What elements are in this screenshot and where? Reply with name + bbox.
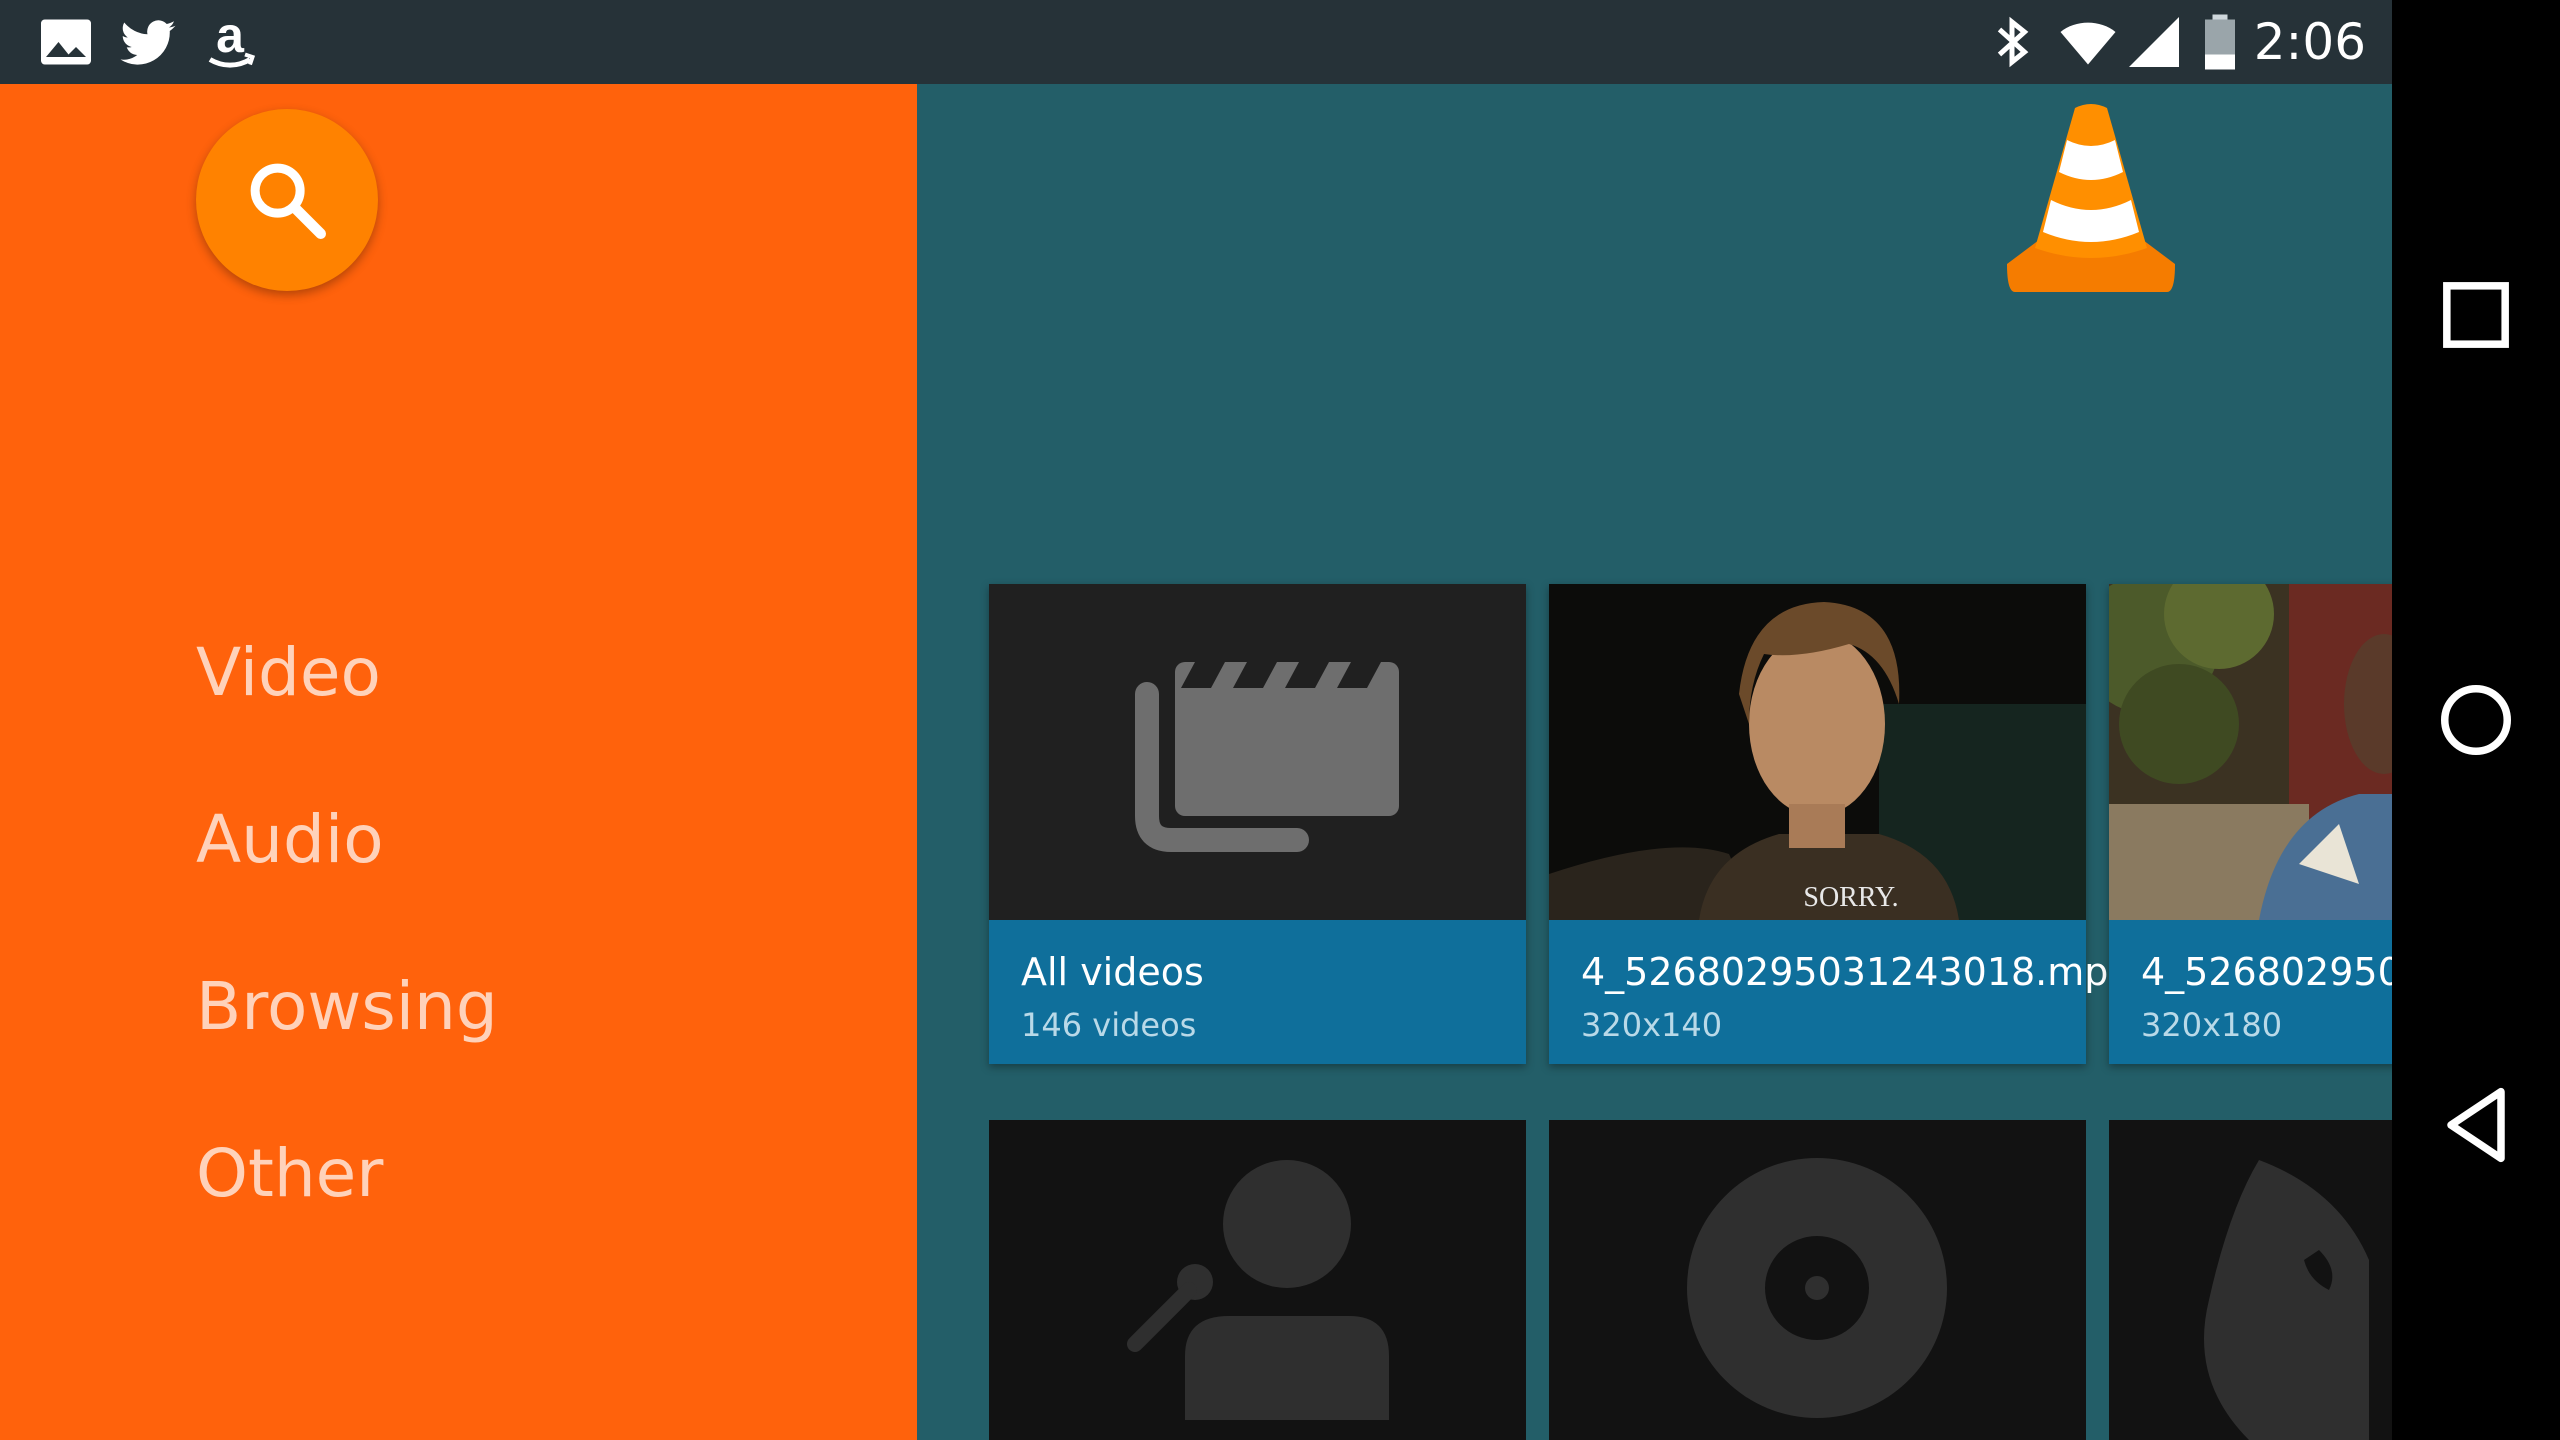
- drawer-item-other[interactable]: Other: [196, 1134, 383, 1214]
- search-icon: [250, 163, 326, 239]
- video-card-all-videos[interactable]: All videos 146 videos: [989, 584, 1526, 1064]
- svg-text:a: a: [216, 12, 245, 63]
- back-button[interactable]: [2426, 1075, 2526, 1175]
- status-bar: a 2:06: [0, 0, 2392, 84]
- audio-card-genres[interactable]: [2109, 1120, 2392, 1440]
- drawer-item-audio[interactable]: Audio: [196, 800, 384, 880]
- cell-signal-icon: [2124, 12, 2184, 72]
- video-card[interactable]: 4_526802950312 320x180: [2109, 584, 2392, 1064]
- audio-card-artists[interactable]: [989, 1120, 1526, 1440]
- battery-icon: [2200, 12, 2240, 72]
- video-card[interactable]: SORRY. 4_52680295031243018.mp4 320x140: [1549, 584, 2133, 1064]
- wifi-icon: [2058, 12, 2118, 72]
- video-folder-thumb: [989, 584, 1526, 920]
- audio-card-albums[interactable]: [1549, 1120, 2086, 1440]
- card-subtitle: 320x140: [1581, 1006, 1723, 1044]
- video-thumbnail: SORRY.: [1549, 584, 2086, 920]
- video-frame-image: SORRY.: [1549, 584, 2086, 920]
- bluetooth-icon: [1990, 12, 2034, 72]
- card-title: All videos: [1021, 950, 1204, 994]
- card-subtitle: 146 videos: [1021, 1006, 1197, 1044]
- recents-button[interactable]: [2426, 265, 2526, 365]
- home-button[interactable]: [2426, 670, 2526, 770]
- vlc-cone-logo: [2007, 104, 2175, 292]
- image-notification-icon: [36, 12, 96, 72]
- video-thumbnail: [2109, 584, 2392, 920]
- circle-icon: [2441, 685, 2511, 755]
- system-nav-bar: [2392, 0, 2560, 1440]
- back-triangle-icon: [2447, 1087, 2505, 1163]
- navigation-drawer: Video Audio Browsing Other: [0, 84, 917, 1440]
- card-title: 4_52680295031243018.mp4: [1581, 950, 2133, 994]
- browse-content: All videos 146 videos SORRY. 4_526802950…: [917, 84, 2392, 1440]
- amazon-icon: a: [200, 12, 260, 72]
- drawer-item-browsing[interactable]: Browsing: [196, 967, 498, 1047]
- video-folder-icon: [1135, 662, 1399, 852]
- drawer-item-video[interactable]: Video: [196, 633, 381, 713]
- subtitle-overlay-text: SORRY.: [1803, 882, 1898, 913]
- square-icon: [2443, 282, 2509, 348]
- card-subtitle: 320x180: [2141, 1006, 2283, 1044]
- video-frame-image: [2109, 584, 2392, 920]
- album-icon: [1687, 1158, 1947, 1418]
- artist-icon: [1127, 1160, 1389, 1420]
- card-title: 4_526802950312: [2141, 950, 2392, 994]
- genre-icon: [2204, 1160, 2369, 1440]
- clock: 2:06: [2253, 13, 2366, 71]
- twitter-icon: [118, 12, 178, 72]
- search-button[interactable]: [196, 109, 378, 291]
